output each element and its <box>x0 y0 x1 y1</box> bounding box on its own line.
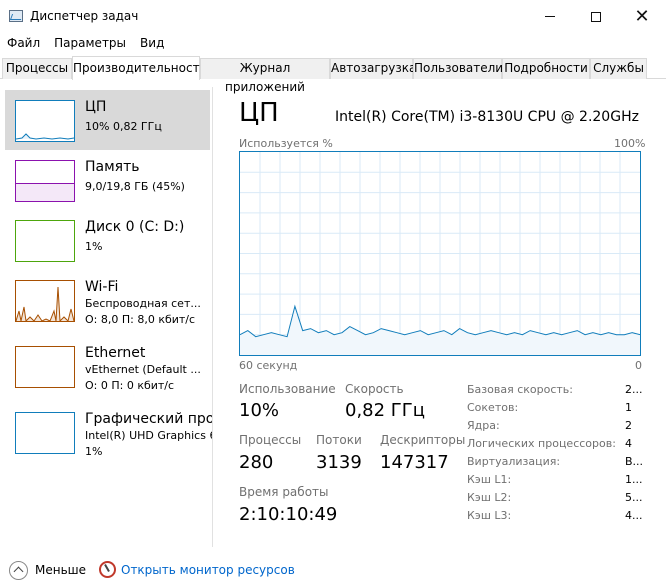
sidebar-item-detail: Intel(R) UHD Graphics 62 <box>85 429 213 442</box>
speed-label: Скорость <box>345 382 404 396</box>
sidebar-item-cpu[interactable]: ЦП 10% 0,82 ГГц <box>5 90 210 150</box>
title-bar: Диспетчер задач ✕ <box>0 0 666 33</box>
spec-value: 2 <box>625 419 632 432</box>
minimize-button[interactable] <box>527 0 573 33</box>
maximize-button[interactable] <box>573 0 619 33</box>
sidebar-item-title: ЦП <box>85 99 107 115</box>
sidebar-item-detail: vEthernet (Default ... <box>85 363 201 376</box>
sidebar-item-title: Память <box>85 159 140 175</box>
window-title: Диспетчер задач <box>30 9 139 23</box>
tab-users[interactable]: Пользователи <box>413 58 503 79</box>
usage-value: 10% <box>239 400 280 421</box>
spec-value: 1 <box>625 401 632 414</box>
spec-value: 4... <box>625 509 643 522</box>
tab-app-history[interactable]: Журнал приложений <box>200 58 330 94</box>
gpu-thumbnail <box>15 412 75 454</box>
page-title: ЦП <box>239 98 279 128</box>
sidebar-item-title: Графический про <box>85 411 213 427</box>
graph-zero-label: 0 <box>635 359 642 372</box>
wifi-thumbnail-graph <box>16 286 74 321</box>
task-manager-icon <box>9 10 23 22</box>
handles-value: 147317 <box>380 452 449 473</box>
spec-label: Кэш L3: <box>467 509 512 522</box>
close-icon: ✕ <box>634 5 650 27</box>
spec-label: Сокетов: <box>467 401 519 414</box>
handles-label: Дескрипторы <box>380 433 466 447</box>
processes-label: Процессы <box>239 433 302 447</box>
resource-monitor-icon <box>99 561 116 578</box>
cpu-thumbnail-graph <box>16 133 74 140</box>
spec-label: Кэш L2: <box>467 491 512 504</box>
spec-value: 2... <box>625 383 643 396</box>
threads-value: 3139 <box>316 452 362 473</box>
sidebar-item-disk[interactable]: Диск 0 (C: D:) 1% <box>5 210 210 270</box>
menu-file[interactable]: Файл <box>0 33 47 55</box>
disk-thumbnail <box>15 220 75 262</box>
maximize-icon <box>591 11 601 22</box>
spec-label: Базовая скорость: <box>467 383 573 396</box>
tab-bar: Процессы Производительность Журнал прило… <box>0 56 666 94</box>
cpu-usage-chart <box>239 152 641 355</box>
graph-time-label: 60 секунд <box>239 359 298 372</box>
tab-services[interactable]: Службы <box>590 58 647 79</box>
sidebar-item-detail: 1% <box>85 240 103 253</box>
sidebar-item-detail: Беспроводная сет... <box>85 297 201 310</box>
tab-processes[interactable]: Процессы <box>2 58 72 79</box>
sidebar-item-detail: 9,0/19,8 ГБ (45%) <box>85 180 185 193</box>
menu-options[interactable]: Параметры <box>47 33 133 55</box>
fewer-details-button[interactable]: Меньше <box>35 563 86 577</box>
memory-thumbnail <box>15 160 75 202</box>
sidebar-item-wifi[interactable]: Wi-Fi Беспроводная сет... О: 8,0 П: 8,0 … <box>5 270 210 330</box>
sidebar-item-title: Диск 0 (C: D:) <box>85 219 185 235</box>
sidebar-item-detail: 10% 0,82 ГГц <box>85 120 162 133</box>
uptime-value: 2:10:10:49 <box>239 504 338 525</box>
cpu-model-name: Intel(R) Core(TM) i3-8130U CPU @ 2.20GHz <box>335 109 639 125</box>
wifi-thumbnail <box>15 280 75 322</box>
uptime-label: Время работы <box>239 485 329 499</box>
cpu-usage-graph <box>239 151 641 356</box>
usage-label: Использование <box>239 382 336 396</box>
memory-thumbnail-fill <box>16 183 74 201</box>
spec-label: Кэш L1: <box>467 473 512 486</box>
spec-value: 1... <box>625 473 643 486</box>
spec-label: Виртуализация: <box>467 455 561 468</box>
sidebar-item-utilization: 1% <box>85 445 103 458</box>
processes-value: 280 <box>239 452 274 473</box>
graph-label: Используется % <box>239 137 333 150</box>
sidebar-item-title: Wi-Fi <box>85 279 119 295</box>
tab-details[interactable]: Подробности <box>502 58 590 79</box>
sidebar-item-gpu[interactable]: Графический про Intel(R) UHD Graphics 62… <box>5 402 213 462</box>
speed-value: 0,82 ГГц <box>345 400 426 421</box>
sidebar-item-throughput: О: 8,0 П: 8,0 кбит/с <box>85 313 196 326</box>
chevron-up-icon[interactable] <box>9 561 28 580</box>
tab-startup[interactable]: Автозагрузка <box>330 58 416 79</box>
sidebar-item-throughput: О: 0 П: 0 кбит/с <box>85 379 175 392</box>
sidebar-item-title: Ethernet <box>85 345 146 361</box>
minimize-icon <box>545 16 555 17</box>
spec-label: Ядра: <box>467 419 500 432</box>
sidebar-item-memory[interactable]: Память 9,0/19,8 ГБ (45%) <box>5 150 210 210</box>
spec-label: Логических процессоров: <box>467 437 616 450</box>
graph-max-label: 100% <box>614 137 646 150</box>
footer: Меньше Открыть монитор ресурсов <box>0 556 666 588</box>
spec-value: В... <box>625 455 644 468</box>
menu-view[interactable]: Вид <box>133 33 171 55</box>
menu-bar: Файл Параметры Вид <box>0 33 171 55</box>
resource-sidebar: ЦП 10% 0,82 ГГц Память 9,0/19,8 ГБ (45%)… <box>0 87 213 547</box>
spec-value: 4 <box>625 437 632 450</box>
close-button[interactable]: ✕ <box>619 0 665 33</box>
ethernet-thumbnail <box>15 346 75 388</box>
sidebar-item-ethernet[interactable]: Ethernet vEthernet (Default ... О: 0 П: … <box>5 336 210 396</box>
open-resource-monitor-link[interactable]: Открыть монитор ресурсов <box>121 563 295 577</box>
tab-performance[interactable]: Производительность <box>72 56 207 80</box>
cpu-thumbnail <box>15 100 75 142</box>
threads-label: Потоки <box>316 433 362 447</box>
spec-value: 5... <box>625 491 643 504</box>
